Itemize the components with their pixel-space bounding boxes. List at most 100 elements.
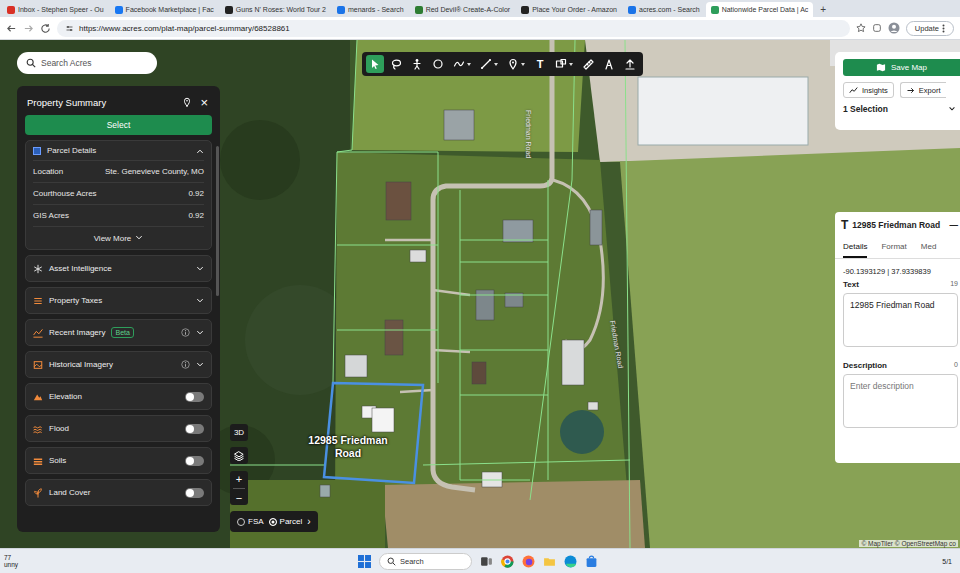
- task-view-icon[interactable]: [480, 555, 493, 568]
- chevron-down-icon[interactable]: [948, 105, 956, 113]
- url-field[interactable]: https://www.acres.com/plat-map/parcel-su…: [57, 20, 850, 37]
- insights-button[interactable]: Insights: [843, 82, 894, 98]
- layers-button[interactable]: [230, 447, 248, 464]
- update-button[interactable]: Update: [906, 21, 954, 36]
- back-icon[interactable]: [6, 23, 17, 34]
- windows-start-icon[interactable]: [358, 555, 371, 568]
- toggle-switch[interactable]: [185, 424, 204, 434]
- 3d-button[interactable]: 3D: [230, 424, 248, 441]
- upload-icon[interactable]: [624, 58, 636, 70]
- site-info-icon[interactable]: [65, 24, 74, 33]
- toolbar-tool[interactable]: [621, 55, 639, 73]
- export-button[interactable]: Export: [900, 82, 946, 98]
- system-clock[interactable]: 5/1: [598, 558, 956, 565]
- toolbar-tool[interactable]: [366, 55, 384, 73]
- forward-icon[interactable]: [23, 23, 34, 34]
- store-icon[interactable]: [585, 555, 598, 568]
- browser-tab[interactable]: Inbox - Stephen Speer - Ou: [2, 2, 109, 17]
- search-box[interactable]: [17, 52, 157, 74]
- line-icon[interactable]: [480, 58, 492, 70]
- panel-section[interactable]: Land Cover: [25, 479, 212, 506]
- toolbar-tool[interactable]: T: [531, 55, 549, 73]
- search-icon[interactable]: [387, 557, 396, 566]
- info-icon[interactable]: [181, 360, 190, 369]
- radio-button[interactable]: [269, 518, 277, 526]
- location-pin-icon[interactable]: [182, 97, 192, 107]
- chevron-down-icon[interactable]: [196, 361, 204, 369]
- browser-tab[interactable]: Place Your Order - Amazon: [516, 2, 622, 17]
- reload-icon[interactable]: [40, 23, 51, 34]
- new-tab-button[interactable]: +: [814, 2, 832, 17]
- toolbar-tool[interactable]: [408, 55, 426, 73]
- draw-icon[interactable]: [453, 58, 465, 70]
- parcel-details-header[interactable]: Parcel Details: [33, 141, 204, 161]
- taskbar-search[interactable]: Search: [379, 553, 472, 570]
- base-layer-option[interactable]: FSA: [237, 517, 264, 526]
- save-map-button[interactable]: Save Map: [843, 59, 960, 76]
- collapse-chevron-icon[interactable]: [196, 147, 204, 155]
- toolbar-tool[interactable]: [450, 55, 474, 73]
- menu-dots-icon[interactable]: [942, 24, 945, 33]
- star-icon[interactable]: [856, 23, 866, 33]
- weather-widget[interactable]: 77unny: [4, 554, 358, 568]
- browser-tab[interactable]: Guns N' Roses: World Tour 2: [220, 2, 331, 17]
- panel-section[interactable]: Historical Imagery: [25, 351, 212, 378]
- browser-tab[interactable]: Facebook Marketplace | Fac: [110, 2, 219, 17]
- profile-icon[interactable]: [888, 22, 900, 34]
- search-icon[interactable]: [26, 58, 36, 68]
- chevron-down-icon[interactable]: [196, 329, 204, 337]
- zoom-out-button[interactable]: −: [236, 492, 242, 504]
- panel-section[interactable]: Flood: [25, 415, 212, 442]
- text-field[interactable]: 12985 Friedman Road: [843, 293, 958, 347]
- search-input[interactable]: [41, 58, 148, 68]
- panel-section[interactable]: Soils: [25, 447, 212, 474]
- zoom-in-button[interactable]: +: [236, 473, 242, 485]
- toolbar-tool[interactable]: [477, 55, 501, 73]
- shape-icon[interactable]: [555, 58, 567, 70]
- browser-tab[interactable]: Nationwide Parcel Data | Ac: [706, 2, 814, 17]
- ruler-icon[interactable]: [582, 58, 594, 70]
- panel-section[interactable]: Elevation: [25, 383, 212, 410]
- browser-tab[interactable]: menards - Search: [332, 2, 409, 17]
- select-button[interactable]: Select: [25, 115, 212, 135]
- toggle-switch[interactable]: [185, 392, 204, 402]
- annotation-tab[interactable]: Details: [843, 236, 867, 258]
- panel-section[interactable]: Asset Intelligence: [25, 255, 212, 282]
- browser-tab[interactable]: Red Devil® Create-A-Color: [410, 2, 516, 17]
- panel-section[interactable]: Property Taxes: [25, 287, 212, 314]
- toggle-switch[interactable]: [185, 488, 204, 498]
- collapse-button[interactable]: —: [950, 220, 959, 230]
- toolbar-tool[interactable]: [600, 55, 618, 73]
- chrome-icon[interactable]: [501, 555, 514, 568]
- scrollbar-thumb[interactable]: [216, 146, 219, 296]
- chevron-down-icon[interactable]: [196, 265, 204, 273]
- panel-section[interactable]: Recent ImageryBeta: [25, 319, 212, 346]
- chevron-down-icon[interactable]: [196, 297, 204, 305]
- figure-icon[interactable]: [411, 58, 423, 70]
- toolbar-tool[interactable]: [429, 55, 447, 73]
- toolbar-tool[interactable]: [552, 55, 576, 73]
- description-field[interactable]: [843, 374, 958, 428]
- toolbar-tool[interactable]: [387, 55, 405, 73]
- chevron-down-icon[interactable]: [135, 234, 143, 242]
- annotation-tab[interactable]: Format: [881, 236, 906, 258]
- layers-icon[interactable]: [234, 451, 244, 461]
- toolbar-tool[interactable]: [504, 55, 528, 73]
- select-icon[interactable]: [369, 58, 381, 70]
- toggle-switch[interactable]: [185, 456, 204, 466]
- file-explorer-icon[interactable]: [543, 555, 556, 568]
- close-button[interactable]: ×: [198, 96, 210, 109]
- view-more-button[interactable]: View More: [33, 227, 204, 249]
- selection-dropdown[interactable]: 1 Selection: [843, 104, 960, 114]
- marker-icon[interactable]: [507, 58, 519, 70]
- base-layer-option[interactable]: Parcel: [269, 517, 303, 526]
- radio-button[interactable]: [237, 518, 245, 526]
- extensions-icon[interactable]: [872, 23, 882, 33]
- compass-icon[interactable]: [603, 58, 615, 70]
- firefox-icon[interactable]: [522, 555, 535, 568]
- annotation-tab[interactable]: Med: [921, 236, 937, 258]
- circle-icon[interactable]: [432, 58, 444, 70]
- browser-tab[interactable]: acres.com - Search: [623, 2, 705, 17]
- toolbar-tool[interactable]: [579, 55, 597, 73]
- info-icon[interactable]: [181, 328, 190, 337]
